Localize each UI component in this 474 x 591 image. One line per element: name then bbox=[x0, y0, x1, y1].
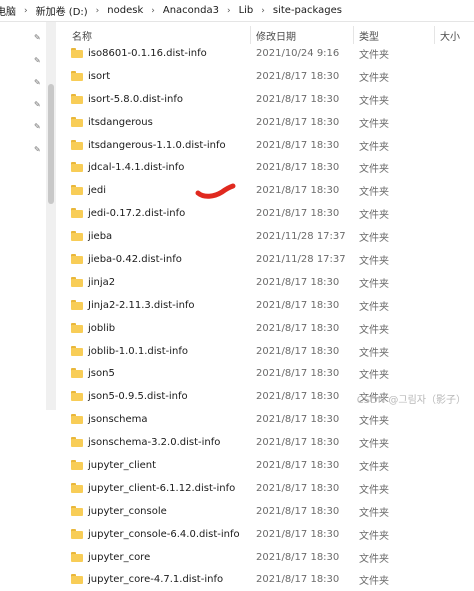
folder-icon bbox=[71, 574, 83, 585]
folder-icon bbox=[71, 414, 83, 425]
file-row[interactable]: jupyter_client 2021/8/17 18:30 文件夹 bbox=[56, 454, 474, 477]
folder-icon bbox=[71, 551, 83, 562]
folder-icon bbox=[71, 505, 83, 516]
file-row[interactable]: jsonschema-3.2.0.dist-info 2021/8/17 18:3… bbox=[56, 431, 474, 454]
file-date: 2021/8/17 18:30 bbox=[256, 551, 340, 563]
watermark: CSDN @그림자（影子） bbox=[356, 395, 466, 406]
file-name: jupyter_console bbox=[88, 505, 167, 517]
file-date: 2021/8/17 18:30 bbox=[256, 437, 340, 449]
file-row[interactable]: jsonschema 2021/8/17 18:30 文件夹 bbox=[56, 408, 474, 431]
file-row[interactable]: jupyter_client-6.1.12.dist-info 2021/8/17… bbox=[56, 477, 474, 500]
file-name: jupyter_console-6.4.0.dist-info bbox=[88, 528, 240, 540]
file-name: jsonschema bbox=[88, 414, 148, 426]
file-type: 文件夹 bbox=[359, 416, 389, 428]
file-row[interactable]: jupyter_core 2021/8/17 18:30 文件夹 bbox=[56, 546, 474, 569]
file-type: 文件夹 bbox=[359, 553, 389, 565]
file-name: jupyter_core-4.7.1.dist-info bbox=[88, 574, 224, 586]
file-date: 2021/8/17 18:30 bbox=[256, 528, 340, 540]
file-type: 文件夹 bbox=[359, 461, 389, 473]
folder-icon bbox=[71, 528, 83, 539]
file-name: jupyter_core bbox=[88, 551, 151, 563]
file-type: 文件夹 bbox=[359, 576, 389, 588]
file-type: 文件夹 bbox=[359, 507, 389, 519]
file-date: 2021/8/17 18:30 bbox=[256, 459, 340, 471]
file-name: jupyter_client-6.1.12.dist-info bbox=[88, 482, 236, 494]
folder-icon bbox=[71, 460, 83, 471]
folder-icon bbox=[71, 437, 83, 448]
folder-icon bbox=[71, 482, 83, 493]
file-date: 2021/8/17 18:30 bbox=[256, 414, 340, 426]
file-name: jsonschema-3.2.0.dist-info bbox=[88, 437, 221, 449]
file-row[interactable]: jupyter_console 2021/8/17 18:30 文件夹 bbox=[56, 500, 474, 523]
file-row[interactable]: jupyter_console-6.4.0.dist-info 2021/8/17… bbox=[56, 523, 474, 546]
file-type: 文件夹 bbox=[359, 439, 389, 451]
red-annotation-scribble bbox=[195, 183, 236, 199]
file-date: 2021/8/17 18:30 bbox=[256, 482, 340, 494]
file-type: 文件夹 bbox=[359, 484, 389, 496]
file-row[interactable]: jupyter_core-4.7.1.dist-info 2021/8/17 18… bbox=[56, 568, 474, 591]
file-date: 2021/8/17 18:30 bbox=[256, 505, 340, 517]
file-date: 2021/8/17 18:30 bbox=[256, 574, 340, 586]
file-type: 文件夹 bbox=[359, 530, 389, 542]
file-name: jupyter_client bbox=[88, 459, 157, 471]
